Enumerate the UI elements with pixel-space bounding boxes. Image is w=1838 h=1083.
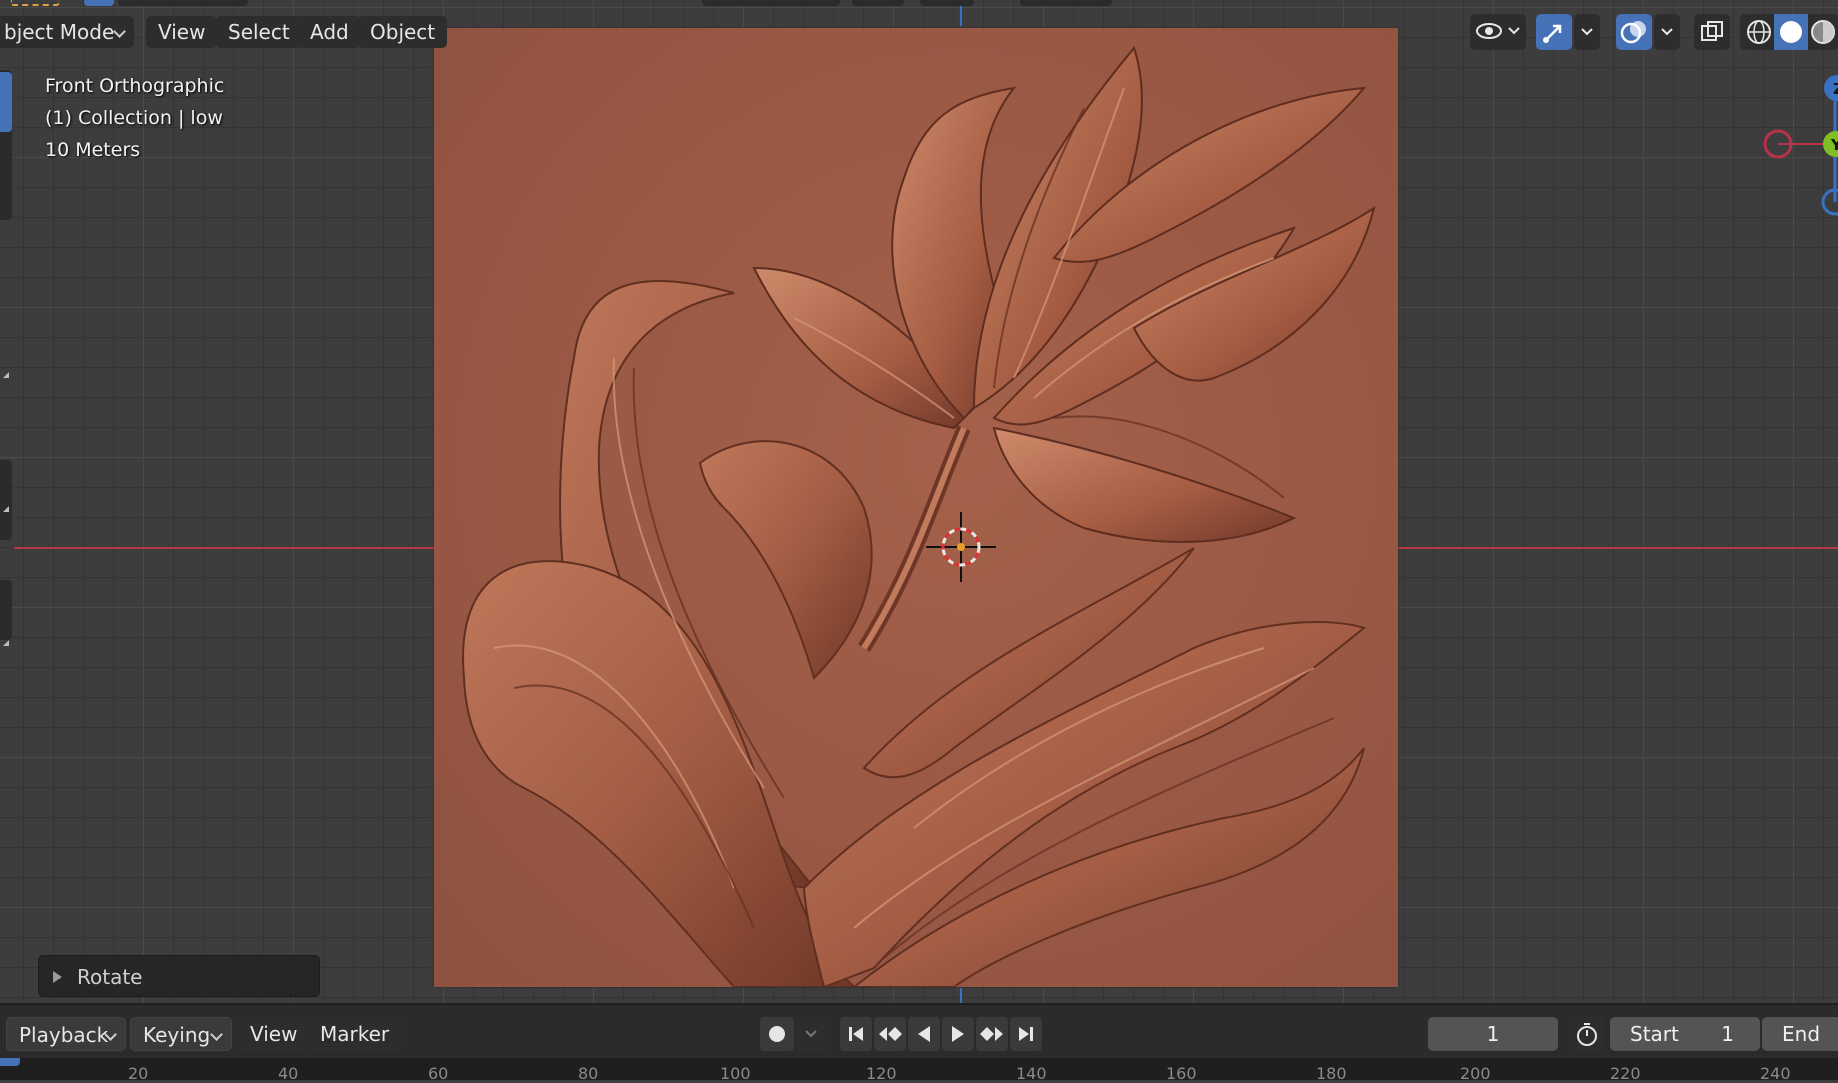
ruler-mark: 220 <box>1610 1064 1641 1083</box>
gizmo-dropdown[interactable] <box>1574 14 1600 50</box>
prev-keyframe-icon <box>879 1027 902 1041</box>
jump-next-keyframe-button[interactable] <box>976 1017 1008 1051</box>
ruler-mark: 100 <box>720 1064 751 1083</box>
top-tab-group[interactable] <box>852 0 904 6</box>
playback-timer-button[interactable] <box>1570 1017 1604 1051</box>
top-tab-group[interactable] <box>920 0 974 6</box>
start-frame-label: Start <box>1630 1022 1679 1046</box>
auto-keying-button[interactable] <box>760 1017 794 1051</box>
end-frame-label: End <box>1782 1022 1821 1046</box>
xray-icon <box>1701 21 1723 41</box>
play-icon <box>952 1026 964 1042</box>
timeline-view-menu[interactable]: View <box>238 1017 310 1051</box>
overlays-dropdown[interactable] <box>1654 14 1680 50</box>
ruler-mark: 160 <box>1166 1064 1197 1083</box>
last-operator-label: Rotate <box>77 965 143 989</box>
z-axis-label: Z <box>1833 80 1838 98</box>
start-frame-field[interactable]: Start 1 <box>1610 1017 1760 1051</box>
collection-info: (1) Collection | low <box>45 107 223 129</box>
overlays-icon <box>1620 21 1646 44</box>
scale-info: 10 Meters <box>45 139 141 161</box>
jump-to-end-button[interactable] <box>1010 1017 1042 1051</box>
jump-prev-keyframe-button[interactable] <box>874 1017 906 1051</box>
playback-menu[interactable]: Playback <box>6 1017 126 1051</box>
material-shading-icon[interactable] <box>1808 17 1838 47</box>
ruler-mark: 60 <box>428 1064 449 1083</box>
relief-panel-object[interactable] <box>434 28 1398 987</box>
solid-shading-button[interactable] <box>1774 14 1808 50</box>
shading-mode-group[interactable] <box>1740 14 1838 50</box>
stopwatch-icon <box>1577 1023 1597 1046</box>
expand-triangle-icon[interactable] <box>53 971 62 983</box>
z-axis-line-bottom <box>960 988 962 1003</box>
chevron-down-icon <box>805 1030 817 1038</box>
toolbar-active-tab[interactable] <box>0 72 12 132</box>
collapse-triangle-icon[interactable] <box>3 506 9 512</box>
keying-label: Keying <box>143 1023 211 1047</box>
xray-toggle-button[interactable] <box>1694 14 1730 50</box>
frame-ruler[interactable]: 20 40 60 80 100 120 140 160 180 200 220 … <box>0 1058 1838 1083</box>
ruler-mark: 80 <box>578 1064 599 1083</box>
viewport-info-overlay: Front Orthographic (1) Collection | low … <box>45 70 224 166</box>
top-tab-group[interactable] <box>702 0 840 6</box>
start-frame-value: 1 <box>1721 1022 1734 1046</box>
navigation-gizmo[interactable]: Z Y <box>1750 72 1838 222</box>
visibility-dropdown[interactable] <box>1470 14 1526 50</box>
chevron-down-icon <box>1661 28 1673 36</box>
chevron-down-icon <box>210 1028 223 1041</box>
ruler-mark: 40 <box>278 1064 299 1083</box>
ruler-mark: 240 <box>1760 1064 1791 1083</box>
play-reverse-icon <box>918 1026 930 1042</box>
current-frame-field[interactable]: 1 <box>1428 1017 1558 1051</box>
jump-end-icon <box>1019 1027 1033 1041</box>
y-axis-label: Y <box>1830 136 1838 154</box>
3d-cursor-icon <box>926 512 996 582</box>
ruler-mark: 200 <box>1460 1064 1491 1083</box>
3d-viewport[interactable]: Front Orthographic (1) Collection | low … <box>0 0 1838 1003</box>
ruler-mark: 180 <box>1316 1064 1347 1083</box>
jump-start-icon <box>849 1027 863 1041</box>
last-operator-panel[interactable]: Rotate <box>38 955 320 997</box>
ruler-mark: 20 <box>128 1064 149 1083</box>
gizmo-toggle-button[interactable] <box>1536 14 1572 50</box>
end-frame-field[interactable]: End <box>1762 1017 1838 1051</box>
ruler-scroll-handle[interactable] <box>0 1058 20 1066</box>
wireframe-shading-icon[interactable] <box>1744 17 1774 47</box>
keying-dropdown[interactable] <box>796 1017 826 1051</box>
top-tab-active[interactable] <box>84 0 114 6</box>
gizmo-icon <box>1543 24 1562 43</box>
view-name: Front Orthographic <box>45 75 225 97</box>
collapse-triangle-icon[interactable] <box>3 640 9 646</box>
top-tab-selection <box>10 0 60 6</box>
chevron-down-icon <box>1581 28 1593 36</box>
marker-menu[interactable]: Marker <box>308 1017 402 1051</box>
play-button[interactable] <box>942 1017 974 1051</box>
play-reverse-button[interactable] <box>908 1017 940 1051</box>
top-tab-group[interactable] <box>118 0 248 6</box>
record-icon <box>769 1026 785 1042</box>
ruler-mark: 120 <box>866 1064 897 1083</box>
playback-label: Playback <box>19 1023 109 1047</box>
keying-menu[interactable]: Keying <box>130 1017 232 1051</box>
top-tab-group[interactable] <box>1020 0 1112 6</box>
jump-to-start-button[interactable] <box>840 1017 872 1051</box>
collapse-triangle-icon[interactable] <box>3 372 9 378</box>
eye-icon <box>1476 23 1520 39</box>
toolbar-strip[interactable] <box>0 60 14 660</box>
viewport-header-right <box>0 14 1838 52</box>
next-keyframe-icon <box>980 1027 1003 1041</box>
overlays-toggle-button[interactable] <box>1616 14 1652 50</box>
solid-shading-icon <box>1780 21 1802 43</box>
ruler-mark: 140 <box>1016 1064 1047 1083</box>
